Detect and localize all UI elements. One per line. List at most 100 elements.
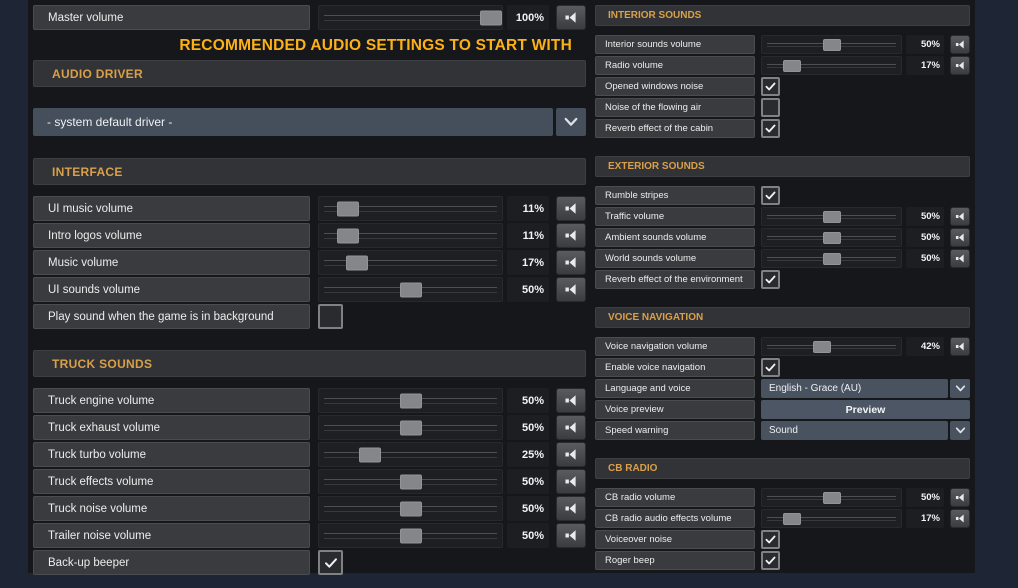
setting-label-text: Master volume xyxy=(48,11,124,24)
speaker-icon xyxy=(955,61,964,70)
slider-handle[interactable] xyxy=(359,447,382,462)
mute-toggle-button[interactable] xyxy=(556,523,586,548)
slider-handle[interactable] xyxy=(782,59,801,72)
mute-toggle-button[interactable] xyxy=(950,207,970,226)
setting-row-slider: Ambient sounds volume 50% xyxy=(595,228,970,247)
slider-handle[interactable] xyxy=(399,393,422,408)
setting-label-text: Truck noise volume xyxy=(48,502,148,515)
checkmark-icon xyxy=(765,535,776,544)
volume-slider[interactable] xyxy=(318,469,503,494)
slider-handle[interactable] xyxy=(346,255,369,270)
volume-slider[interactable] xyxy=(318,388,503,413)
setting-label: World sounds volume xyxy=(595,249,755,268)
dropdown-button[interactable] xyxy=(950,379,970,398)
slider-handle[interactable] xyxy=(822,38,841,51)
mute-toggle-button[interactable] xyxy=(556,442,586,467)
mute-toggle-button[interactable] xyxy=(950,249,970,268)
checkbox[interactable] xyxy=(761,270,780,289)
volume-slider[interactable] xyxy=(761,488,902,507)
setting-label-text: Trailer noise volume xyxy=(48,529,152,542)
slider-handle[interactable] xyxy=(822,252,841,265)
mute-toggle-button[interactable] xyxy=(556,5,586,30)
volume-percent: 11% xyxy=(507,223,549,248)
volume-percent: 50% xyxy=(507,523,549,548)
checkbox[interactable] xyxy=(761,119,780,138)
volume-percent: 50% xyxy=(906,228,944,247)
volume-slider[interactable] xyxy=(318,496,503,521)
volume-slider[interactable] xyxy=(761,207,902,226)
slider-handle[interactable] xyxy=(399,282,422,297)
slider-handle[interactable] xyxy=(399,528,422,543)
mute-toggle-button[interactable] xyxy=(950,35,970,54)
slider-handle[interactable] xyxy=(480,10,502,25)
slider-handle[interactable] xyxy=(399,474,422,489)
checkbox[interactable] xyxy=(761,551,780,570)
dropdown[interactable]: Sound xyxy=(761,421,948,440)
checkbox[interactable] xyxy=(761,98,780,117)
setting-label: Play sound when the game is in backgroun… xyxy=(33,304,310,329)
volume-slider[interactable] xyxy=(318,196,503,221)
master-volume-slider[interactable] xyxy=(318,5,503,30)
audio-driver-dropdown[interactable]: - system default driver - xyxy=(33,108,553,136)
volume-slider[interactable] xyxy=(318,223,503,248)
setting-label: Voiceover noise xyxy=(595,530,755,549)
mute-toggle-button[interactable] xyxy=(950,228,970,247)
setting-label: Speed warning xyxy=(595,421,755,440)
preview-button[interactable]: Preview xyxy=(761,400,970,419)
mute-toggle-button[interactable] xyxy=(556,277,586,302)
mute-toggle-button[interactable] xyxy=(556,196,586,221)
preview-button-label: Preview xyxy=(845,403,886,416)
checkbox[interactable] xyxy=(761,186,780,205)
slider-handle[interactable] xyxy=(399,420,422,435)
slider-handle[interactable] xyxy=(822,491,841,504)
dropdown[interactable]: English - Grace (AU) xyxy=(761,379,948,398)
setting-label-text: CB radio audio effects volume xyxy=(605,513,732,524)
volume-slider[interactable] xyxy=(761,509,902,528)
speaker-icon xyxy=(955,493,964,502)
setting-row-slider: Truck noise volume 50% xyxy=(33,496,586,521)
chevron-down-icon xyxy=(955,385,965,392)
volume-slider[interactable] xyxy=(318,523,503,548)
volume-slider[interactable] xyxy=(761,337,902,356)
speaker-icon xyxy=(564,257,576,268)
checkbox[interactable] xyxy=(761,77,780,96)
slider-handle[interactable] xyxy=(782,512,801,525)
setting-row-slider: Music volume 17% xyxy=(33,250,586,275)
checkbox[interactable] xyxy=(761,530,780,549)
volume-slider[interactable] xyxy=(761,249,902,268)
mute-toggle-button[interactable] xyxy=(556,496,586,521)
slider-handle[interactable] xyxy=(812,340,831,353)
speaker-icon xyxy=(955,40,964,49)
mute-toggle-button[interactable] xyxy=(556,469,586,494)
mute-toggle-button[interactable] xyxy=(950,56,970,75)
mute-toggle-button[interactable] xyxy=(556,250,586,275)
audio-driver-dropdown-button[interactable] xyxy=(556,108,586,136)
slider-handle[interactable] xyxy=(336,228,359,243)
setting-label-text: CB radio volume xyxy=(605,492,676,503)
volume-slider[interactable] xyxy=(761,228,902,247)
slider-handle[interactable] xyxy=(822,231,841,244)
mute-toggle-button[interactable] xyxy=(556,223,586,248)
volume-slider[interactable] xyxy=(318,277,503,302)
setting-label: Back-up beeper xyxy=(33,550,310,575)
slider-handle[interactable] xyxy=(336,201,359,216)
volume-slider[interactable] xyxy=(318,415,503,440)
checkmark-icon xyxy=(324,557,337,568)
slider-handle[interactable] xyxy=(399,501,422,516)
volume-slider[interactable] xyxy=(318,442,503,467)
volume-slider[interactable] xyxy=(761,56,902,75)
dropdown-button[interactable] xyxy=(950,421,970,440)
checkbox[interactable] xyxy=(318,550,343,575)
mute-toggle-button[interactable] xyxy=(950,488,970,507)
speaker-icon xyxy=(564,203,576,214)
mute-toggle-button[interactable] xyxy=(556,415,586,440)
mute-toggle-button[interactable] xyxy=(556,388,586,413)
mute-toggle-button[interactable] xyxy=(950,337,970,356)
mute-toggle-button[interactable] xyxy=(950,509,970,528)
volume-slider[interactable] xyxy=(761,35,902,54)
checkbox[interactable] xyxy=(318,304,343,329)
volume-slider[interactable] xyxy=(318,250,503,275)
checkbox[interactable] xyxy=(761,358,780,377)
setting-row-slider: World sounds volume 50% xyxy=(595,249,970,268)
slider-handle[interactable] xyxy=(822,210,841,223)
